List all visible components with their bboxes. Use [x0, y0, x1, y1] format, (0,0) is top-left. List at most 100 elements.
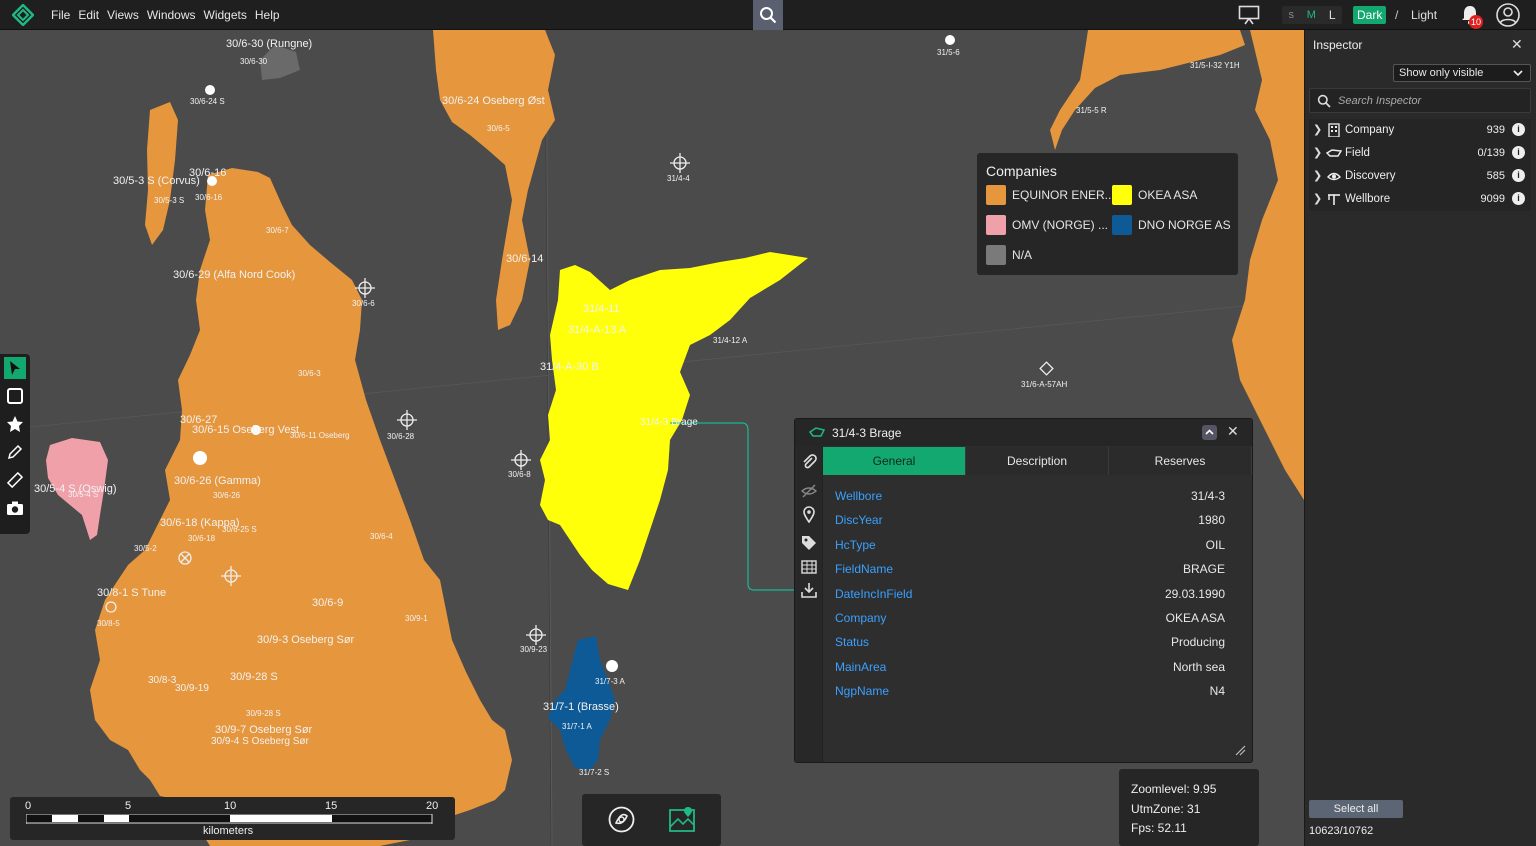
map-label[interactable]: 30/6-16 — [195, 193, 222, 202]
map-label[interactable]: 30/9-7 Oseberg Sør — [215, 724, 312, 736]
tree-item-discovery[interactable]: ❯ Discovery 585 i — [1309, 165, 1531, 188]
map-label[interactable]: 30/6-14 — [506, 253, 543, 265]
map-label[interactable]: 30/6-18 (Kappa) — [160, 517, 240, 529]
download-icon[interactable] — [800, 581, 818, 599]
select-tool-button[interactable] — [4, 357, 26, 379]
info-icon[interactable]: i — [1512, 192, 1525, 205]
hidden-eye-icon[interactable] — [800, 482, 818, 500]
box-select-tool-button[interactable] — [4, 385, 26, 407]
attribute-key[interactable]: HcType — [835, 538, 876, 552]
select-all-button[interactable]: Select all — [1309, 800, 1403, 818]
measure-tool-button[interactable] — [4, 469, 26, 491]
user-account-icon[interactable] — [1495, 3, 1521, 27]
map-label[interactable]: 30/5-4 S — [68, 490, 98, 499]
size-small-option[interactable]: S — [1288, 11, 1293, 20]
tab-general[interactable]: General — [823, 447, 966, 475]
visibility-filter-select[interactable]: Show only visible — [1393, 64, 1531, 82]
map-label[interactable]: 31/4-11 — [583, 303, 620, 315]
map-label[interactable]: 30/6-8 — [508, 470, 531, 479]
chevron-right-icon[interactable]: ❯ — [1313, 169, 1322, 182]
map-search-button[interactable] — [753, 0, 783, 30]
map-label[interactable]: 30/6-28 — [387, 432, 414, 441]
map-label[interactable]: 30/6-15 Oseberg Vest — [192, 424, 299, 436]
legend-item[interactable]: OMV (NORGE) ... — [986, 215, 1108, 235]
map-label[interactable]: 30/6-30 — [240, 57, 267, 66]
menu-windows[interactable]: Windows — [147, 8, 196, 22]
collapse-button[interactable] — [1202, 425, 1217, 440]
map-label[interactable]: 30/6-16 — [189, 167, 226, 179]
map-label[interactable]: 31/7-1 (Brasse) — [543, 701, 619, 713]
attribute-key[interactable]: Wellbore — [835, 489, 882, 503]
layers-globe-icon[interactable] — [608, 806, 635, 833]
map-label[interactable]: 30/9-28 S — [230, 671, 278, 683]
map-label[interactable]: 30/8-1 S Tune — [97, 587, 166, 599]
chevron-right-icon[interactable]: ❯ — [1313, 192, 1322, 205]
resize-handle-icon[interactable] — [1234, 744, 1246, 756]
map-label[interactable]: 30/6-9 — [312, 597, 343, 609]
size-large-option[interactable]: L — [1329, 8, 1336, 22]
map-label[interactable]: 31/4-12 A — [713, 336, 747, 345]
menu-help[interactable]: Help — [255, 8, 280, 22]
info-icon[interactable]: i — [1512, 123, 1525, 136]
map-label[interactable]: 31/5-I-32 Y1H — [1190, 61, 1240, 70]
map-label[interactable]: 31/7-3 A — [595, 677, 625, 686]
map-label[interactable]: 30/6-6 — [352, 299, 375, 308]
menu-widgets[interactable]: Widgets — [204, 8, 247, 22]
close-button[interactable]: ✕ — [1227, 423, 1239, 440]
chevron-right-icon[interactable]: ❯ — [1313, 123, 1322, 136]
size-medium-option[interactable]: M — [1307, 9, 1316, 21]
map-label[interactable]: 31/7-2 S — [579, 768, 609, 777]
tree-item-company[interactable]: ❯ Company 939 i — [1309, 119, 1531, 142]
map-label[interactable]: 30/6-29 (Alfa Nord Cook) — [173, 269, 295, 281]
favorites-tool-button[interactable] — [4, 413, 26, 435]
draw-tool-button[interactable] — [4, 441, 26, 463]
inspector-search-input[interactable]: Search Inspector — [1309, 88, 1531, 113]
map-label[interactable]: 30/9-1 — [405, 614, 428, 623]
map-label[interactable]: 30/8-3 — [148, 675, 176, 686]
theme-dark-option[interactable]: Dark — [1353, 6, 1387, 24]
theme-light-option[interactable]: Light — [1411, 8, 1437, 22]
map-label[interactable]: 30/6-3 — [298, 369, 321, 378]
map-label[interactable]: 31/6-A-57AH — [1021, 380, 1067, 389]
attribute-key[interactable]: DateIncInField — [835, 587, 912, 601]
legend-item[interactable]: EQUINOR ENER... — [986, 185, 1115, 205]
map-label[interactable]: 30/6-24 Oseberg Øst — [442, 95, 545, 107]
map-label[interactable]: 30/6-30 (Rungne) — [226, 38, 312, 50]
map-label[interactable]: 30/5-3 S — [154, 196, 184, 205]
map-label[interactable]: 30/6-4 — [370, 532, 393, 541]
tree-item-wellbore[interactable]: ❯ Wellbore 9099 i — [1309, 188, 1531, 211]
attribute-key[interactable]: NgpName — [835, 684, 889, 698]
map-label[interactable]: 30/9-23 — [520, 645, 547, 654]
app-logo-icon[interactable] — [12, 4, 34, 26]
map-label[interactable]: 31/4-A-30 B — [540, 361, 599, 373]
map-label[interactable]: 30/9-3 Oseberg Sør — [257, 634, 354, 646]
map-label[interactable]: 31/5-5 R — [1076, 106, 1107, 115]
attribute-key[interactable]: Status — [835, 635, 869, 649]
map-label[interactable]: 31/4-4 — [667, 174, 690, 183]
attribute-key[interactable]: DiscYear — [835, 513, 883, 527]
screenshot-tool-button[interactable] — [4, 497, 26, 519]
tree-item-field[interactable]: ❯ Field 0/139 i — [1309, 142, 1531, 165]
info-icon[interactable]: i — [1512, 169, 1525, 182]
map-label[interactable]: 30/9-28 S — [246, 709, 281, 718]
map-label[interactable]: 30/6-18 — [188, 534, 215, 543]
map-label[interactable]: 30/6-7 — [266, 226, 289, 235]
map-label[interactable]: 31/7-1 A — [562, 722, 592, 731]
menu-file[interactable]: File — [51, 8, 70, 22]
legend-item[interactable]: N/A — [986, 245, 1032, 265]
inspector-close-button[interactable]: ✕ — [1511, 36, 1523, 53]
attribute-key[interactable]: MainArea — [835, 660, 886, 674]
map-label[interactable]: 31/4-3 Brage — [640, 417, 698, 428]
tag-icon[interactable] — [800, 534, 818, 552]
table-icon[interactable] — [800, 558, 818, 576]
map-label[interactable]: 31/4-A-13 A — [568, 324, 626, 336]
map-label[interactable]: 30/5-2 — [134, 544, 157, 553]
tab-description[interactable]: Description — [966, 447, 1109, 475]
location-pin-icon[interactable] — [800, 505, 818, 523]
map-label[interactable]: 30/6-5 — [487, 124, 510, 133]
map-label[interactable]: 30/8-5 — [97, 619, 120, 628]
attribute-key[interactable]: FieldName — [835, 562, 893, 576]
legend-item[interactable]: OKEA ASA — [1112, 185, 1197, 205]
map-view-icon[interactable] — [669, 805, 696, 833]
attribute-key[interactable]: Company — [835, 611, 886, 625]
